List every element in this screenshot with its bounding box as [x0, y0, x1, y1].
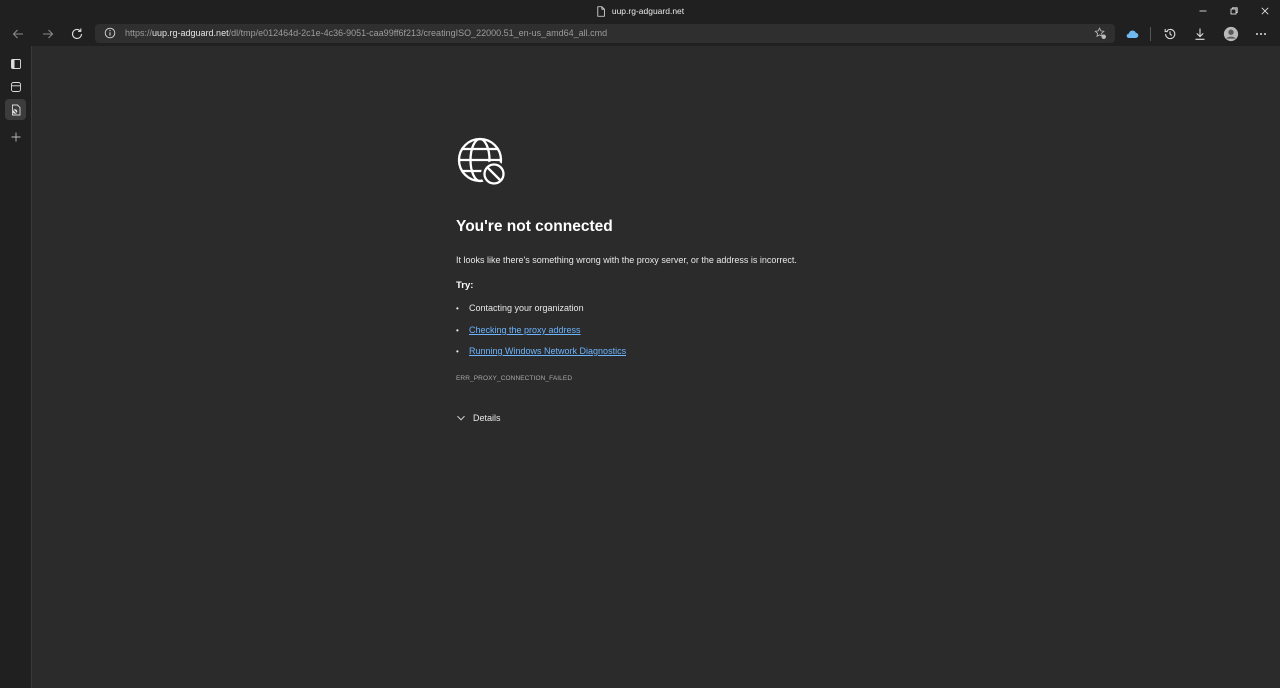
add-tab-icon [11, 132, 20, 141]
profile-button[interactable] [1222, 25, 1240, 43]
url-host: uup.rg-adguard.net [152, 28, 229, 38]
current-tab-icon [11, 104, 20, 115]
download-button[interactable] [1192, 26, 1208, 42]
error-title: You're not connected [456, 218, 613, 235]
forward-icon [43, 29, 54, 39]
restore-icon [1230, 7, 1238, 15]
more-button[interactable] [1253, 26, 1269, 42]
site-info-icon[interactable] [104, 27, 116, 39]
bullet: • [456, 303, 459, 313]
suggestion-contact-organization: Contacting your organization [469, 303, 584, 313]
more-icon [1256, 33, 1266, 35]
url-prefix: https:// [125, 28, 153, 38]
back-button[interactable] [7, 24, 29, 44]
error-description: It looks like there's something wrong wi… [456, 255, 797, 265]
suggestion-item: • Checking the proxy address [456, 325, 581, 335]
cloud-icon [1126, 30, 1139, 39]
tab-actions-button[interactable] [5, 53, 26, 74]
try-label: Try: [456, 280, 474, 291]
refresh-icon [71, 28, 83, 40]
restore-button[interactable] [1218, 0, 1249, 22]
window-title-text: uup.rg-adguard.net [611, 6, 685, 16]
refresh-button[interactable] [66, 24, 88, 44]
page-content: You're not connected It looks like there… [32, 46, 1280, 688]
window-title: uup.rg-adguard.net [0, 0, 1280, 22]
current-tab[interactable] [5, 99, 26, 120]
page-icon [597, 5, 605, 17]
new-tab-button[interactable] [5, 126, 26, 147]
collections-button[interactable] [5, 76, 26, 97]
url-text[interactable]: https://uup.rg-adguard.net/dl/tmp/e01246… [125, 24, 607, 43]
suggestion-item: • Contacting your organization [456, 303, 584, 313]
address-bar[interactable]: https://uup.rg-adguard.net/dl/tmp/e01246… [95, 24, 1115, 43]
close-icon [1260, 7, 1269, 15]
cloud-button[interactable] [1124, 26, 1140, 42]
history-button[interactable] [1162, 26, 1178, 42]
profile-icon [1223, 26, 1239, 42]
back-icon [12, 29, 23, 39]
details-toggle[interactable]: Details [456, 413, 501, 423]
bullet: • [456, 325, 459, 335]
toolbar-divider [1150, 27, 1151, 41]
collections-icon [10, 81, 21, 92]
globe-blocked-icon [457, 137, 505, 185]
minimize-button[interactable] [1187, 0, 1218, 22]
download-icon [1195, 28, 1205, 40]
add-favorite-icon[interactable] [1094, 27, 1107, 40]
history-icon [1164, 28, 1176, 40]
bullet: • [456, 346, 459, 356]
title-bar: uup.rg-adguard.net [0, 0, 1280, 22]
check-proxy-link[interactable]: Checking the proxy address [469, 325, 581, 335]
network-diagnostics-link[interactable]: Running Windows Network Diagnostics [469, 346, 626, 356]
minimize-icon [1199, 10, 1206, 12]
vertical-tab-bar [0, 46, 32, 688]
close-button[interactable] [1249, 0, 1280, 22]
url-path: /dl/tmp/e012464d-2c1e-4c36-9051-caa99ff6… [228, 28, 608, 38]
chevron-down-icon [457, 415, 465, 421]
browser-toolbar: https://uup.rg-adguard.net/dl/tmp/e01246… [0, 22, 1280, 46]
suggestion-item: • Running Windows Network Diagnostics [456, 346, 626, 356]
tab-actions-icon [10, 58, 21, 69]
error-code: ERR_PROXY_CONNECTION_FAILED [456, 375, 573, 382]
details-label: Details [473, 413, 501, 423]
forward-button[interactable] [37, 24, 59, 44]
